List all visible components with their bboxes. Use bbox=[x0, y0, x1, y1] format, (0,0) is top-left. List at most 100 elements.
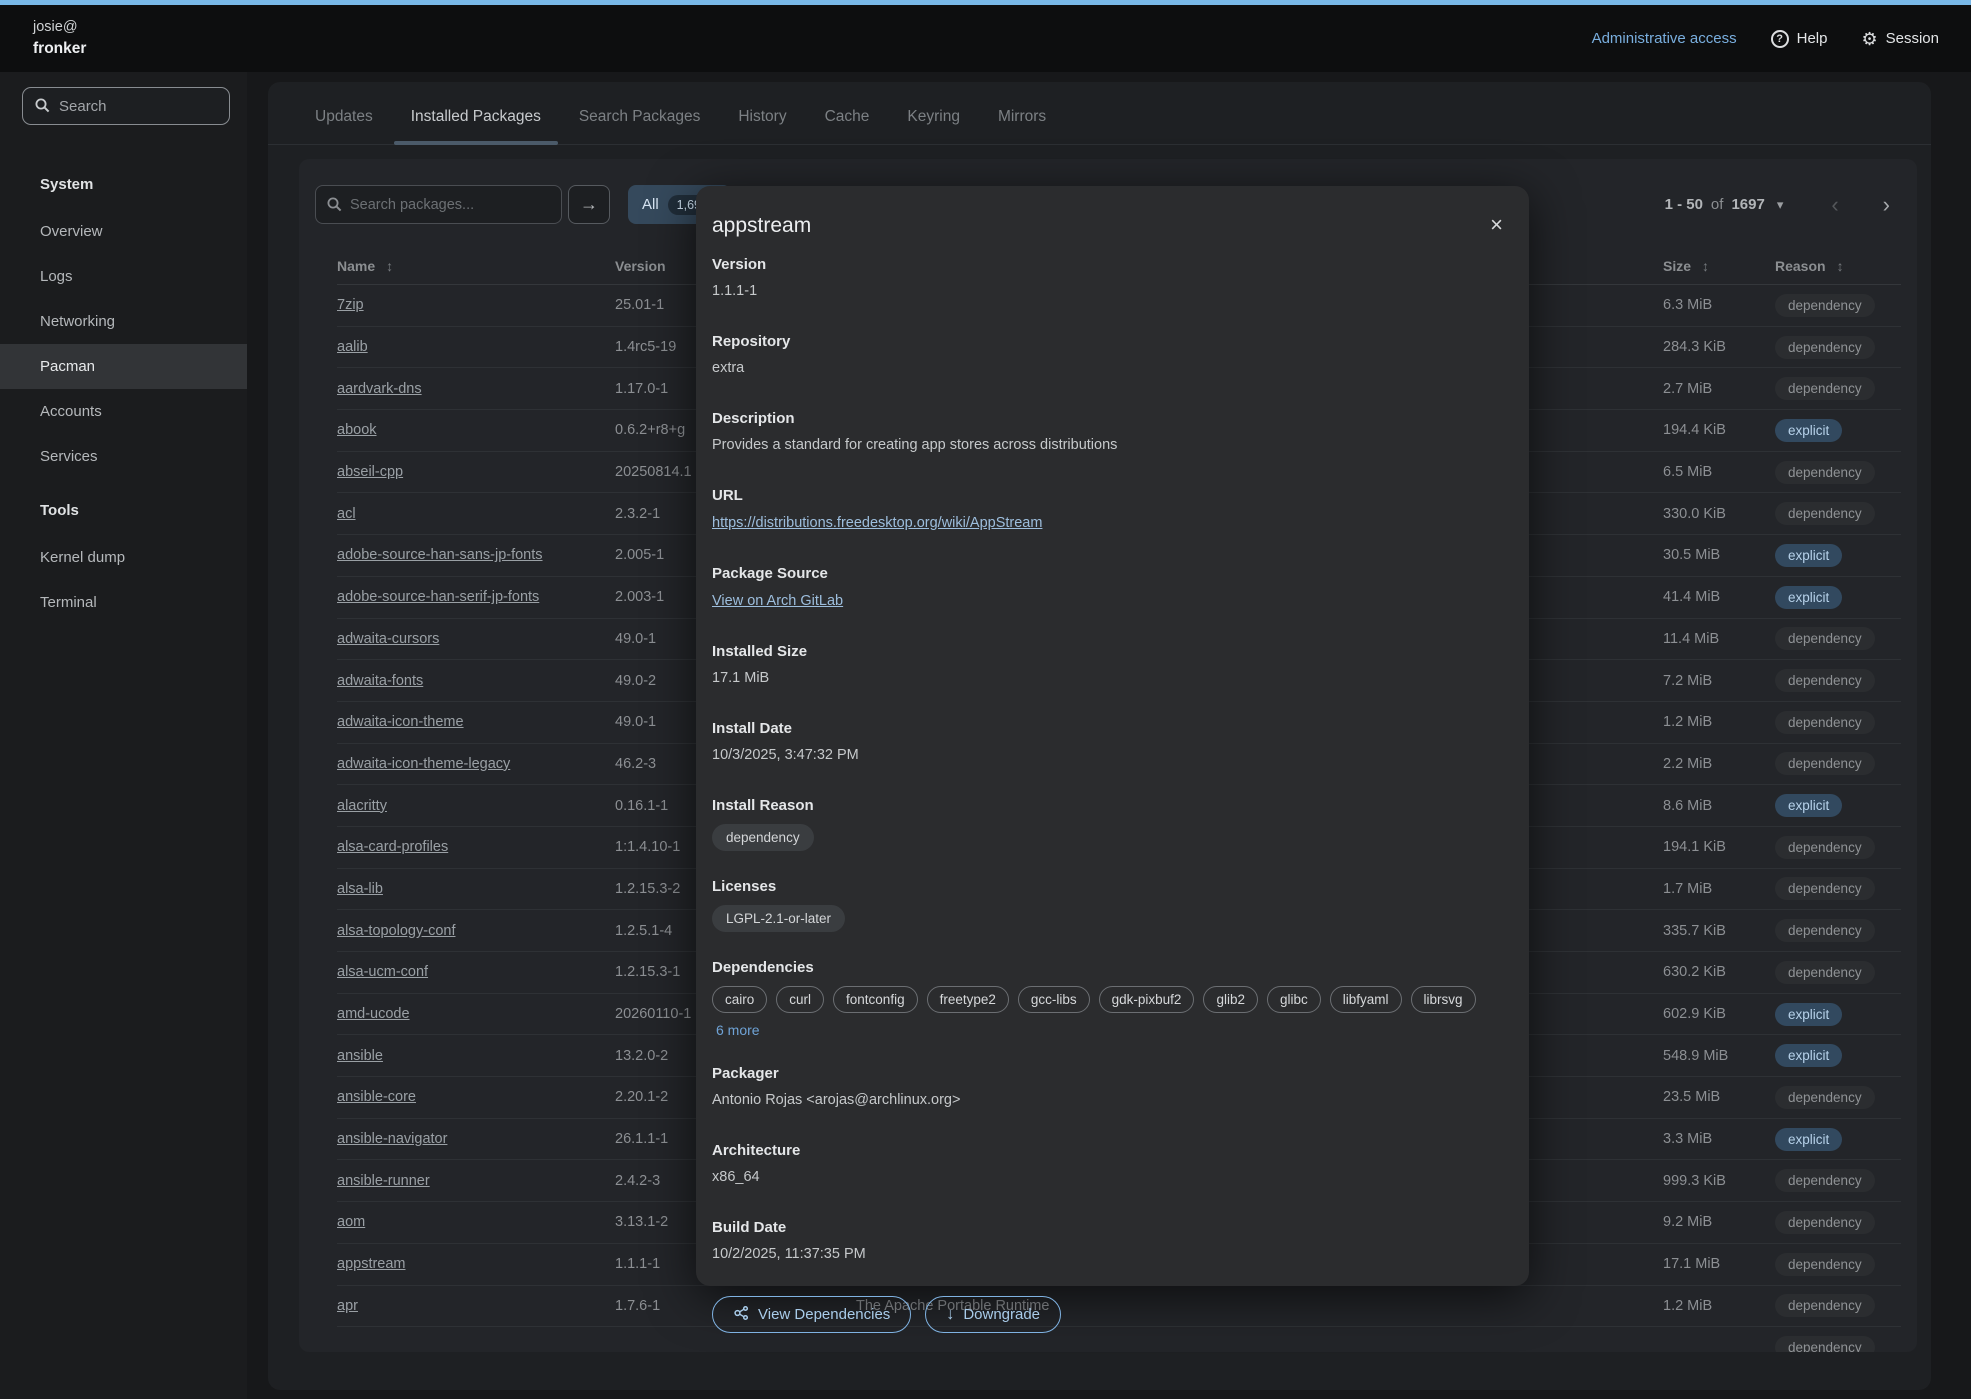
arch-gitlab-link[interactable]: View on Arch GitLab bbox=[712, 593, 843, 609]
dependency-pill[interactable]: gdk-pixbuf2 bbox=[1099, 986, 1195, 1013]
sidebar-item[interactable]: Accounts bbox=[0, 389, 247, 434]
sort-icon[interactable]: ↕ bbox=[1702, 258, 1709, 274]
sidebar-item[interactable]: Logs bbox=[0, 254, 247, 299]
reason-badge: dependency bbox=[1775, 1086, 1875, 1109]
package-search-input[interactable] bbox=[350, 186, 555, 223]
dependency-pill[interactable]: glibc bbox=[1267, 986, 1321, 1013]
dependency-pill[interactable]: libfyaml bbox=[1330, 986, 1402, 1013]
sidebar-item[interactable]: Pacman bbox=[0, 344, 247, 389]
package-name-link[interactable]: amd-ucode bbox=[337, 1006, 410, 1022]
package-name-link[interactable]: adwaita-cursors bbox=[337, 631, 439, 647]
sidebar-item-label: Networking bbox=[40, 313, 115, 330]
package-name-link[interactable]: adwaita-fonts bbox=[337, 673, 423, 689]
modal-title: appstream bbox=[712, 214, 1499, 238]
tab[interactable]: Updates bbox=[296, 94, 392, 144]
package-name-link[interactable]: ansible bbox=[337, 1048, 383, 1064]
package-name-link[interactable]: alsa-lib bbox=[337, 881, 383, 897]
package-name-link[interactable]: alacritty bbox=[337, 798, 387, 814]
sidebar-item-label: Logs bbox=[40, 268, 73, 285]
pagination-prev-button[interactable]: ‹ bbox=[1831, 192, 1838, 218]
table-column-header[interactable]: Name ↕ bbox=[337, 258, 615, 274]
gear-icon: ⚙ bbox=[1861, 30, 1877, 48]
sort-icon[interactable]: ↕ bbox=[1837, 258, 1844, 274]
administrative-access-link[interactable]: Administrative access bbox=[1592, 30, 1737, 47]
package-name-link[interactable]: aardvark-dns bbox=[337, 381, 422, 397]
sidebar-item[interactable]: Overview bbox=[0, 209, 247, 254]
package-name-link[interactable]: adobe-source-han-serif-jp-fonts bbox=[337, 589, 539, 605]
sidebar-item[interactable]: Services bbox=[0, 434, 247, 479]
dependency-pill[interactable]: glib2 bbox=[1203, 986, 1258, 1013]
package-size: 7.2 MiB bbox=[1663, 673, 1775, 689]
downgrade-button[interactable]: ↓ Downgrade bbox=[925, 1296, 1061, 1333]
package-name-link[interactable]: appstream bbox=[337, 1256, 406, 1272]
packager-value: Antonio Rojas <arojas@archlinux.org> bbox=[712, 1092, 1499, 1108]
package-name-link[interactable]: abseil-cpp bbox=[337, 464, 403, 480]
sidebar-item-label: Overview bbox=[40, 223, 103, 240]
tab[interactable]: Installed Packages bbox=[392, 94, 560, 144]
help-menu[interactable]: ? Help bbox=[1771, 30, 1828, 48]
tab[interactable]: History bbox=[719, 94, 805, 144]
view-dependencies-button[interactable]: View Dependencies bbox=[712, 1296, 911, 1333]
column-label: Name bbox=[337, 258, 375, 274]
close-icon[interactable]: × bbox=[1490, 214, 1503, 236]
reason-badge: explicit bbox=[1775, 419, 1842, 442]
package-name-link[interactable]: alsa-topology-conf bbox=[337, 923, 456, 939]
dependency-pill[interactable]: freetype2 bbox=[927, 986, 1009, 1013]
package-name-link[interactable]: adwaita-icon-theme bbox=[337, 714, 464, 730]
tab-label: History bbox=[738, 108, 786, 125]
sidebar-item[interactable]: Kernel dump bbox=[0, 535, 247, 580]
package-source-label: Package Source bbox=[712, 565, 1499, 582]
more-dependencies-link[interactable]: 6 more bbox=[716, 1022, 760, 1038]
sidebar-item[interactable]: Networking bbox=[0, 299, 247, 344]
tab[interactable]: Cache bbox=[806, 94, 889, 144]
dependency-pill[interactable]: curl bbox=[776, 986, 824, 1013]
package-name-link[interactable]: apr bbox=[337, 1298, 358, 1314]
package-name-link[interactable]: adwaita-icon-theme-legacy bbox=[337, 756, 510, 772]
dependency-pill[interactable]: gcc-libs bbox=[1018, 986, 1090, 1013]
table-column-header[interactable]: Reason ↕ bbox=[1775, 258, 1901, 274]
package-name-link[interactable]: abook bbox=[337, 422, 377, 438]
package-size: 335.7 KiB bbox=[1663, 923, 1775, 939]
pagination-caret-icon[interactable]: ▾ bbox=[1777, 197, 1784, 213]
package-name-link[interactable]: aom bbox=[337, 1214, 365, 1230]
package-name-link[interactable]: 7zip bbox=[337, 297, 364, 313]
package-size: 8.6 MiB bbox=[1663, 798, 1775, 814]
repository-value: extra bbox=[712, 360, 1499, 376]
package-name-link[interactable]: aalib bbox=[337, 339, 368, 355]
sidebar-item[interactable]: Terminal bbox=[0, 580, 247, 625]
sidebar-item[interactable]: Tools bbox=[0, 488, 247, 533]
sidebar-search-box bbox=[22, 87, 230, 125]
table-column-header[interactable]: Size ↕ bbox=[1663, 258, 1775, 274]
dependency-pill[interactable]: cairo bbox=[712, 986, 767, 1013]
package-name-link[interactable]: ansible-navigator bbox=[337, 1131, 447, 1147]
dependency-pill[interactable]: fontconfig bbox=[833, 986, 918, 1013]
hostname: fronker bbox=[33, 38, 86, 60]
reason-badge: dependency bbox=[1775, 336, 1875, 359]
dependency-pill[interactable]: librsvg bbox=[1411, 986, 1476, 1013]
tab[interactable]: Keyring bbox=[888, 94, 979, 144]
package-url-link[interactable]: https://distributions.freedesktop.org/wi… bbox=[712, 515, 1042, 531]
reason-badge: dependency bbox=[1775, 711, 1875, 734]
package-name-link[interactable]: alsa-ucm-conf bbox=[337, 964, 428, 980]
version-value: 1.1.1-1 bbox=[712, 283, 1499, 299]
reason-badge: dependency bbox=[1775, 461, 1875, 484]
search-icon bbox=[326, 196, 343, 218]
sort-icon[interactable]: ↕ bbox=[386, 258, 393, 274]
package-size: 284.3 KiB bbox=[1663, 339, 1775, 355]
sidebar-search-input[interactable] bbox=[59, 88, 224, 124]
package-name-link[interactable]: alsa-card-profiles bbox=[337, 839, 448, 855]
sidebar-item[interactable]: System bbox=[0, 162, 247, 207]
masthead: josie@ fronker Administrative access ? H… bbox=[0, 5, 1971, 72]
description-label: Description bbox=[712, 410, 1499, 427]
search-submit-button[interactable]: → bbox=[568, 185, 610, 224]
pagination-next-button[interactable]: › bbox=[1883, 192, 1890, 218]
package-name-link[interactable]: acl bbox=[337, 506, 356, 522]
sidebar: System Overview Logs Networking Pacman bbox=[0, 72, 247, 1399]
session-menu[interactable]: ⚙ Session bbox=[1861, 30, 1939, 48]
tab[interactable]: Search Packages bbox=[560, 94, 720, 144]
package-name-link[interactable]: adobe-source-han-sans-jp-fonts bbox=[337, 547, 543, 563]
package-name-link[interactable]: ansible-runner bbox=[337, 1173, 430, 1189]
package-name-link[interactable]: ansible-core bbox=[337, 1089, 416, 1105]
tab[interactable]: Mirrors bbox=[979, 94, 1065, 144]
sidebar-item-label: Terminal bbox=[40, 594, 97, 611]
